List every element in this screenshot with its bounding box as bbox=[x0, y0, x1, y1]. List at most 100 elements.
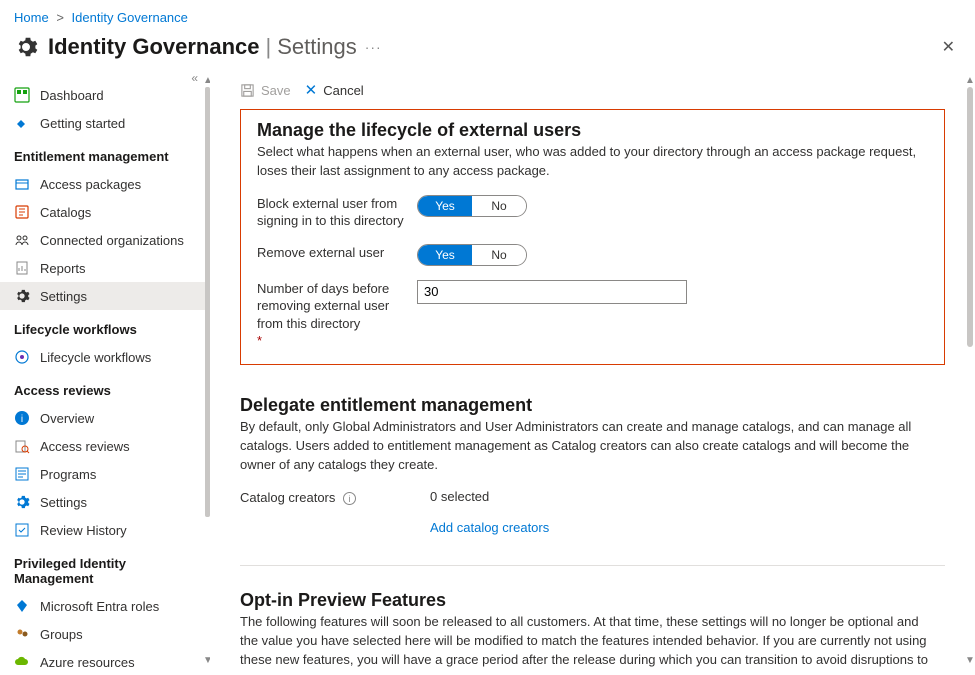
sidebar-item-label: Reports bbox=[40, 261, 86, 276]
review-icon bbox=[14, 438, 30, 454]
sidebar-item-label: Lifecycle workflows bbox=[40, 350, 151, 365]
breadcrumb-sep: > bbox=[56, 10, 64, 25]
preview-section: Opt-in Preview Features The following fe… bbox=[240, 590, 945, 669]
dashboard-icon bbox=[14, 87, 30, 103]
sidebar-item-groups[interactable]: Groups bbox=[0, 620, 210, 648]
cancel-icon: ✕ bbox=[305, 81, 318, 99]
programs-icon bbox=[14, 466, 30, 482]
scroll-down-icon[interactable]: ▼ bbox=[202, 655, 210, 667]
sidebar-item-access-reviews[interactable]: Access reviews bbox=[0, 432, 210, 460]
sidebar-item-label: Groups bbox=[40, 627, 83, 642]
toggle-no[interactable]: No bbox=[472, 245, 526, 265]
close-icon[interactable]: ✕ bbox=[936, 31, 961, 63]
save-label: Save bbox=[261, 83, 291, 98]
info-icon: i bbox=[14, 410, 30, 426]
title-separator: | bbox=[266, 34, 272, 60]
lifecycle-title: Manage the lifecycle of external users bbox=[257, 120, 928, 141]
delegate-section: Delegate entitlement management By defau… bbox=[240, 395, 945, 535]
divider bbox=[240, 565, 945, 566]
scroll-up-icon[interactable]: ▲ bbox=[202, 75, 210, 87]
sidebar-item-overview[interactable]: i Overview bbox=[0, 404, 210, 432]
history-icon bbox=[14, 522, 30, 538]
sidebar-item-label: Settings bbox=[40, 289, 87, 304]
required-asterisk: * bbox=[257, 333, 262, 348]
page-title: Identity Governance bbox=[48, 34, 260, 60]
sidebar-item-reports[interactable]: Reports bbox=[0, 254, 210, 282]
days-label-text: Number of days before removing external … bbox=[257, 281, 389, 331]
cancel-button[interactable]: ✕ Cancel bbox=[305, 81, 364, 99]
sidebar-item-label: Overview bbox=[40, 411, 94, 426]
groups-icon bbox=[14, 626, 30, 642]
sidebar-item-getting-started[interactable]: Getting started bbox=[0, 109, 210, 137]
sidebar-item-label: Azure resources bbox=[40, 655, 135, 670]
catalog-creators-text: Catalog creators bbox=[240, 490, 335, 505]
sidebar-item-catalogs[interactable]: Catalogs bbox=[0, 198, 210, 226]
preview-title: Opt-in Preview Features bbox=[240, 590, 945, 611]
sidebar-item-label: Getting started bbox=[40, 116, 125, 131]
remove-user-label: Remove external user bbox=[257, 244, 417, 262]
sidebar-header-lifecycle: Lifecycle workflows bbox=[0, 310, 210, 343]
svg-text:i: i bbox=[21, 414, 23, 425]
gear-icon bbox=[14, 288, 30, 304]
toolbar: Save ✕ Cancel bbox=[210, 73, 975, 109]
toggle-yes[interactable]: Yes bbox=[418, 245, 472, 265]
sidebar: « Dashboard Getting started Entitlement … bbox=[0, 73, 210, 669]
sidebar-item-label: Connected organizations bbox=[40, 233, 184, 248]
sidebar-item-label: Access reviews bbox=[40, 439, 130, 454]
info-icon[interactable]: i bbox=[343, 492, 356, 505]
toggle-yes[interactable]: Yes bbox=[418, 196, 472, 216]
breadcrumb-ig[interactable]: Identity Governance bbox=[72, 10, 188, 25]
days-label: Number of days before removing external … bbox=[257, 280, 417, 350]
sidebar-header-access-reviews: Access reviews bbox=[0, 371, 210, 404]
sidebar-item-review-history[interactable]: Review History bbox=[0, 516, 210, 544]
sidebar-item-settings[interactable]: Settings bbox=[0, 282, 210, 310]
main-content: Save ✕ Cancel Manage the lifecycle of ex… bbox=[210, 73, 975, 669]
save-icon bbox=[240, 83, 255, 98]
sidebar-item-entra-roles[interactable]: Microsoft Entra roles bbox=[0, 592, 210, 620]
block-user-label: Block external user from signing in to t… bbox=[257, 195, 417, 230]
sidebar-item-label: Settings bbox=[40, 495, 87, 510]
catalog-creators-value: 0 selected bbox=[430, 489, 489, 504]
remove-user-toggle[interactable]: Yes No bbox=[417, 244, 527, 266]
days-input[interactable] bbox=[417, 280, 687, 304]
diamond-icon bbox=[14, 598, 30, 614]
breadcrumb-home[interactable]: Home bbox=[14, 10, 49, 25]
reports-icon bbox=[14, 260, 30, 276]
sidebar-item-lifecycle-workflows[interactable]: Lifecycle workflows bbox=[0, 343, 210, 371]
toggle-no[interactable]: No bbox=[472, 196, 526, 216]
sidebar-item-label: Access packages bbox=[40, 177, 141, 192]
save-button[interactable]: Save bbox=[240, 83, 291, 98]
gear-icon bbox=[14, 35, 38, 59]
sidebar-item-label: Programs bbox=[40, 467, 96, 482]
sidebar-header-pim: Privileged Identity Management bbox=[0, 544, 210, 592]
sidebar-item-label: Microsoft Entra roles bbox=[40, 599, 159, 614]
collapse-sidebar-icon[interactable]: « bbox=[191, 73, 198, 85]
catalog-icon bbox=[14, 204, 30, 220]
workflow-icon bbox=[14, 349, 30, 365]
preview-desc: The following features will soon be rele… bbox=[240, 613, 940, 669]
sidebar-header-entitlement: Entitlement management bbox=[0, 137, 210, 170]
sidebar-item-programs[interactable]: Programs bbox=[0, 460, 210, 488]
scroll-down-icon[interactable]: ▼ bbox=[964, 655, 975, 667]
org-icon bbox=[14, 232, 30, 248]
sidebar-item-label: Dashboard bbox=[40, 88, 104, 103]
scroll-up-icon[interactable]: ▲ bbox=[964, 75, 975, 87]
main-scrollbar[interactable]: ▲ ▼ bbox=[967, 73, 973, 669]
sidebar-item-azure-resources[interactable]: Azure resources bbox=[0, 648, 210, 669]
gear-icon bbox=[14, 494, 30, 510]
sidebar-item-ar-settings[interactable]: Settings bbox=[0, 488, 210, 516]
delegate-desc: By default, only Global Administrators a… bbox=[240, 418, 940, 475]
sidebar-item-access-packages[interactable]: Access packages bbox=[0, 170, 210, 198]
cloud-icon bbox=[14, 654, 30, 669]
sidebar-item-dashboard[interactable]: Dashboard bbox=[0, 81, 210, 109]
add-catalog-creators-link[interactable]: Add catalog creators bbox=[430, 520, 549, 535]
rocket-icon bbox=[14, 115, 30, 131]
main-scroll-thumb[interactable] bbox=[967, 87, 973, 347]
catalog-creators-label: Catalog creators i bbox=[240, 489, 430, 507]
lifecycle-highlight-box: Manage the lifecycle of external users S… bbox=[240, 109, 945, 365]
breadcrumb: Home > Identity Governance bbox=[0, 0, 975, 31]
sidebar-item-connected-orgs[interactable]: Connected organizations bbox=[0, 226, 210, 254]
page-subtitle: Settings bbox=[277, 34, 357, 60]
block-user-toggle[interactable]: Yes No bbox=[417, 195, 527, 217]
more-icon[interactable]: ··· bbox=[365, 39, 382, 55]
